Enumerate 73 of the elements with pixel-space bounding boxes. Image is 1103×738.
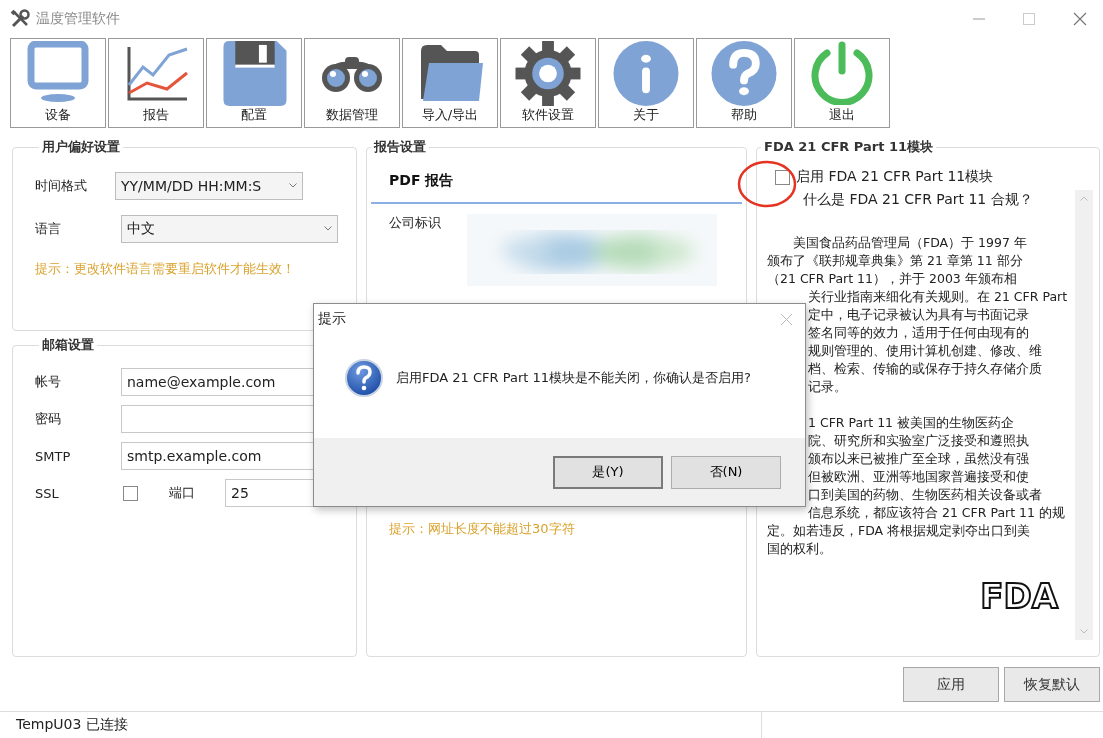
chevron-up-icon[interactable] [1080,196,1088,201]
tab[interactable]: PDF 报告 [371,162,472,202]
toolbar-button[interactable]: 设备 [10,38,106,128]
toolbar-button[interactable]: 配置 [206,38,302,128]
chevron-down-icon[interactable] [1080,629,1088,634]
toolbar-button[interactable]: 关于 [598,38,694,128]
toolbar-button[interactable]: 数据管理 [304,38,400,128]
text-line: 颁布了《联邦规章典集》第 21 章第 11 部分 [767,252,1023,270]
monitor-icon [25,41,91,103]
close-icon[interactable] [1073,12,1087,26]
text-line: 口到美国的药物、生物医药相关设备或者 [808,486,1042,504]
group-title: 用户偏好设置 [41,138,121,156]
checkbox[interactable] [775,169,790,185]
text-line: 信息系统，都应该符合 21 CFR Part 11 的规 [808,504,1065,522]
field-label: SSL [35,485,60,501]
close-icon[interactable] [780,312,793,326]
maximize-icon[interactable] [1023,13,1035,25]
question-icon [344,358,384,398]
dropdown[interactable]: 中文 [121,214,338,243]
fda-logo: FDA [979,576,1060,618]
gear-icon [515,41,581,106]
dropdown[interactable]: YY/MM/DD HH:MM:S [115,171,303,200]
text-line: 但被欧洲、亚洲等地国家普遍接受和使 [808,468,1029,486]
hint-text: 提示：更改软件语言需要重启软件才能生效！ [35,260,296,278]
minimize-icon[interactable] [973,18,985,20]
field-label: 公司标识 [389,214,441,232]
group-title: 邮箱设置 [41,336,95,354]
question-text: 什么是 FDA 21 CFR Part 11 合规？ [802,190,1034,208]
dialog-message: 启用FDA 21 CFR Part 11模块是不能关闭，你确认是否启用? [396,369,751,387]
group-title: 报告设置 [372,138,427,156]
text-line: 规则管理的、使用计算机创建、修改、维 [808,342,1042,360]
text-line: 美国食品药品管理局（FDA）于 1997 年 [793,234,1027,252]
tools-icon [10,9,30,29]
status-text: TempU03 已连接 [0,712,762,738]
help-icon [711,41,777,106]
chevron-down-icon [289,183,297,188]
text-line: 关行业指南来细化有关规则。在 21 CFR Part [808,288,1068,306]
text-line: 定。如若违反，FDA 将根据规定剥夺出口到美 [767,522,1031,540]
window-title: 温度管理软件 [36,10,120,28]
text-line: 档、检索、传输的或保存于持久存储介质 [808,360,1042,378]
scrollbar[interactable] [1075,190,1093,640]
checkbox[interactable] [123,485,138,501]
highlight-circle [737,160,797,208]
toolbar-button[interactable]: 导入/导出 [402,38,498,128]
field-label: 密码 [35,410,62,428]
text-line: 颁布以来已被推广至全球，虽然没有强 [808,450,1029,468]
group-title: FDA 21 CFR Part 11模块 [763,138,935,156]
toolbar-button[interactable]: 帮助 [696,38,792,128]
text-line: 签名同等的效力，适用于任何由现有的 [808,324,1029,342]
toolbar-button[interactable]: 软件设置 [500,38,596,128]
text-line: 1 CFR Part 11 被美国的生物医药企 [808,414,1015,432]
action-button[interactable]: 恢复默认 [1004,667,1100,702]
dialog-title: 提示 [318,310,346,328]
info-icon [613,41,679,106]
text-line: 定中，电子记录被认为具有与书面记录 [808,306,1029,324]
toolbar-button[interactable]: 退出 [794,38,890,128]
text-line: 国的权利。 [767,540,832,558]
toolbar-button[interactable]: 报告 [108,38,204,128]
dialog-button[interactable]: 是(Y) [553,455,663,489]
chevron-down-icon [324,226,332,231]
action-button[interactable]: 应用 [903,667,999,702]
field-label: 帐号 [35,373,62,391]
field-label: 时间格式 [35,176,87,195]
dialog-button[interactable]: 否(N) [671,455,781,489]
power-icon [811,41,873,105]
text-line: 院、研究所和实验室广泛接受和遵照执 [808,432,1029,450]
hint-text: 提示：网址长度不能超过30字符 [389,520,576,538]
checkbox-label: 启用 FDA 21 CFR Part 11模块 [796,168,994,186]
text-line: 记录。 [808,378,847,396]
field-label: 端口 [169,484,196,502]
field-label: 语言 [35,219,62,238]
field-label: SMTP [35,448,72,464]
text-line: （21 CFR Part 11），并于 2003 年颁布相 [767,270,1017,288]
